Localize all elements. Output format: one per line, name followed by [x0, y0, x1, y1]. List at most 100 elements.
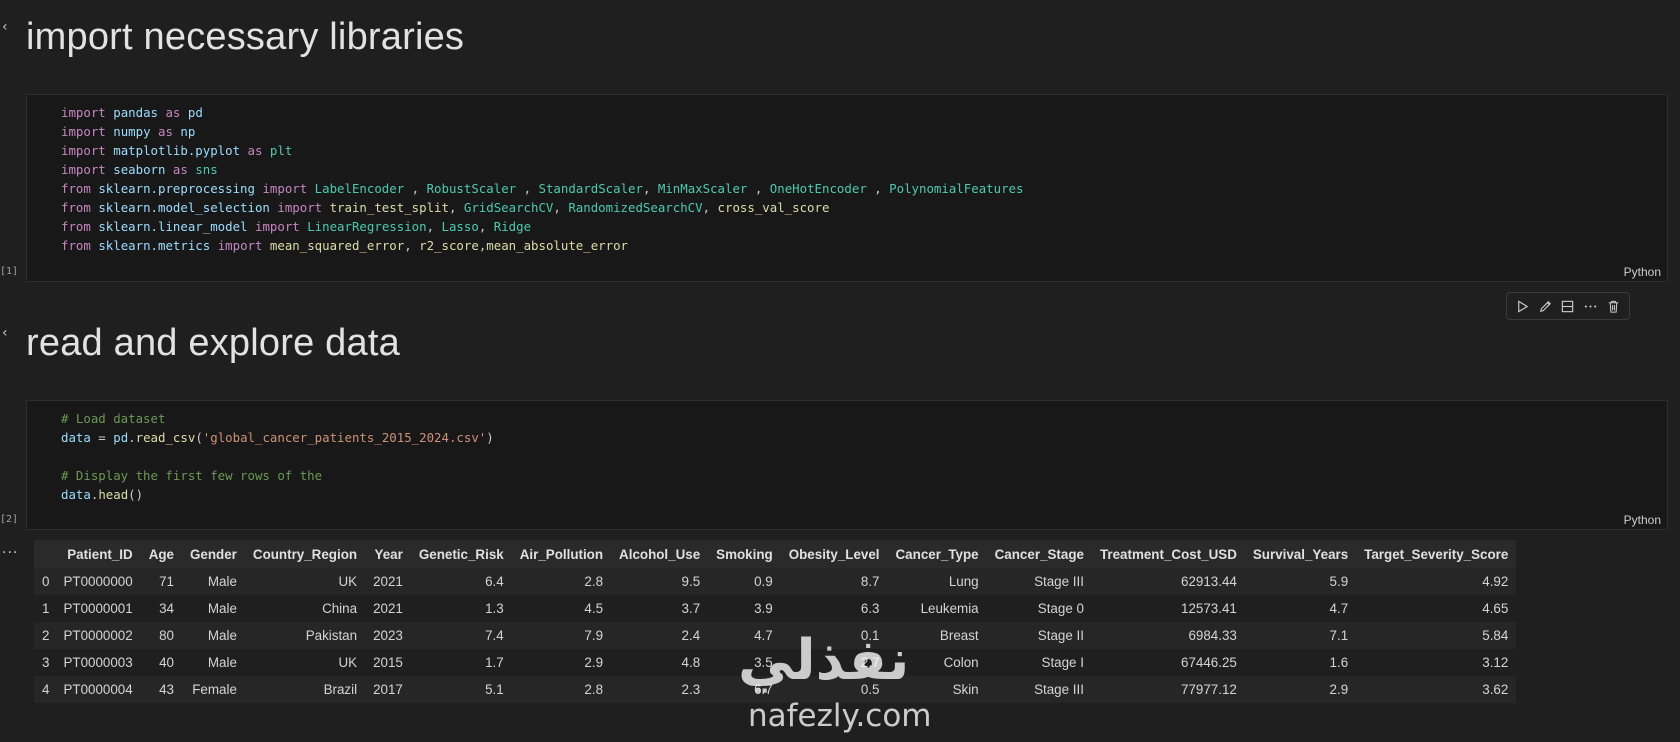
table-cell: Brazil — [244, 676, 366, 703]
execution-count-2: [2] — [0, 514, 19, 525]
code-token: Lasso — [441, 219, 479, 234]
code-editor-1[interactable]: import pandas as pd import numpy as np imp… — [61, 103, 1023, 255]
table-header-cell: Obesity_Level — [780, 540, 888, 568]
table-cell: Stage III — [986, 676, 1092, 703]
code-token: # Load dataset — [61, 411, 166, 426]
table-cell: 0.1 — [780, 622, 888, 649]
table-cell: PT0000000 — [55, 568, 141, 595]
watermark-latin-text: nafezly.com — [748, 698, 932, 734]
markdown-cell-1[interactable]: ‹ import necessary libraries — [0, 4, 1680, 64]
table-row: 3 PT0000003 40 Male UK 2015 1.7 2.9 4.8 3.5 2.7 Col… — [34, 649, 1517, 676]
table-cell: 7.1 — [1244, 622, 1357, 649]
chevron-down-icon[interactable]: ‹ — [2, 20, 16, 34]
code-token: head — [98, 487, 129, 502]
table-cell: 2015 — [365, 649, 411, 676]
table-cell: 3.5 — [708, 649, 781, 676]
table-cell: 80 — [140, 622, 183, 649]
chevron-down-icon[interactable]: ‹ — [2, 326, 16, 340]
table-header-cell: Alcohol_Use — [611, 540, 709, 568]
code-token: data — [61, 430, 91, 445]
table-cell: 77977.12 — [1091, 676, 1245, 703]
code-line: data.head() — [61, 485, 494, 504]
code-cell-1[interactable]: import pandas as pd import numpy as np imp… — [26, 94, 1668, 282]
code-token: import — [277, 200, 323, 215]
table-cell: 43 — [140, 676, 183, 703]
code-token: , — [702, 200, 718, 215]
table-cell: 1.7 — [410, 649, 512, 676]
table-cell: 3.62 — [1356, 676, 1517, 703]
dataframe-output: Patient_ID Age Gender Country_Region Year Gen… — [34, 540, 1517, 703]
table-cell: 5.84 — [1356, 622, 1517, 649]
table-cell: 3.9 — [708, 595, 781, 622]
table-cell: 2.7 — [780, 649, 888, 676]
language-label[interactable]: Python — [1624, 265, 1661, 279]
code-token: Ridge — [493, 219, 532, 234]
code-token: train_test_split — [329, 200, 449, 215]
language-label[interactable]: Python — [1624, 513, 1661, 527]
table-cell: UK — [244, 568, 366, 595]
code-token: pd — [113, 430, 129, 445]
code-token: , — [426, 219, 442, 234]
table-header-cell: Country_Region — [244, 540, 366, 568]
code-token: , — [404, 238, 420, 253]
table-row-index: 4 — [34, 676, 56, 703]
markdown-cell-2[interactable]: ‹ read and explore data — [0, 310, 1680, 370]
table-cell: Breast — [887, 622, 987, 649]
code-cell-2[interactable]: # Load dataset data = pd.read_csv('global… — [26, 400, 1668, 530]
table-cell: 67446.25 — [1091, 649, 1245, 676]
table-cell: 3.12 — [1356, 649, 1517, 676]
table-header-cell: Year — [365, 540, 411, 568]
table-cell: 9.5 — [611, 568, 709, 595]
table-header-cell: Smoking — [708, 540, 781, 568]
table-cell: 5.9 — [1244, 568, 1357, 595]
table-cell: Lung — [887, 568, 987, 595]
code-token: LinearRegression — [307, 219, 427, 234]
code-line: # Display the first few rows of the — [61, 466, 494, 485]
code-token: mean_squared_error — [269, 238, 405, 253]
code-token: matplotlib.pyplot — [113, 143, 241, 158]
table-cell: 2.4 — [611, 622, 709, 649]
table-cell: 7.9 — [511, 622, 612, 649]
table-cell: 1.3 — [410, 595, 512, 622]
table-cell: Stage 0 — [986, 595, 1092, 622]
table-header-cell: Target_Severity_Score — [1356, 540, 1517, 568]
table-cell: PT0000001 — [55, 595, 141, 622]
table-cell: Male — [182, 595, 245, 622]
code-token: RandomizedSearchCV — [568, 200, 703, 215]
table-header-cell: Air_Pollution — [511, 540, 612, 568]
code-line: data = pd.read_csv('global_cancer_patien… — [61, 428, 494, 447]
code-token: , — [404, 181, 427, 196]
code-token: mean_absolute_error — [486, 238, 629, 253]
code-token: RobustScaler — [426, 181, 517, 196]
table-row-index: 2 — [34, 622, 56, 649]
table-row: 1 PT0000001 34 Male China 2021 1.3 4.5 3.7 3.9 6.3… — [34, 595, 1517, 622]
code-token: 'global_cancer_patients_2015_2024.csv' — [202, 430, 487, 445]
output-more-icon[interactable]: ... — [2, 541, 18, 557]
code-token: ( — [195, 430, 203, 445]
code-line: import seaborn as sns — [61, 160, 1023, 179]
table-cell: 71 — [140, 568, 183, 595]
table-cell: 6984.33 — [1091, 622, 1245, 649]
code-token: as — [172, 162, 188, 177]
table-cell: 2.3 — [611, 676, 709, 703]
code-editor-2[interactable]: # Load dataset data = pd.read_csv('global… — [61, 409, 494, 504]
table-cell: 4.7 — [1244, 595, 1357, 622]
table-cell: 6.3 — [780, 595, 888, 622]
code-token: np — [180, 124, 196, 139]
code-line: # Load dataset — [61, 409, 494, 428]
table-cell: PT0000002 — [55, 622, 141, 649]
code-token: MinMaxScaler — [657, 181, 748, 196]
table-header-row: Patient_ID Age Gender Country_Region Year Gen… — [34, 540, 1517, 568]
code-line: import pandas as pd — [61, 103, 1023, 122]
code-token: import — [217, 238, 263, 253]
table-cell: Pakistan — [244, 622, 366, 649]
code-token: from — [61, 200, 91, 215]
table-cell: Male — [182, 649, 245, 676]
